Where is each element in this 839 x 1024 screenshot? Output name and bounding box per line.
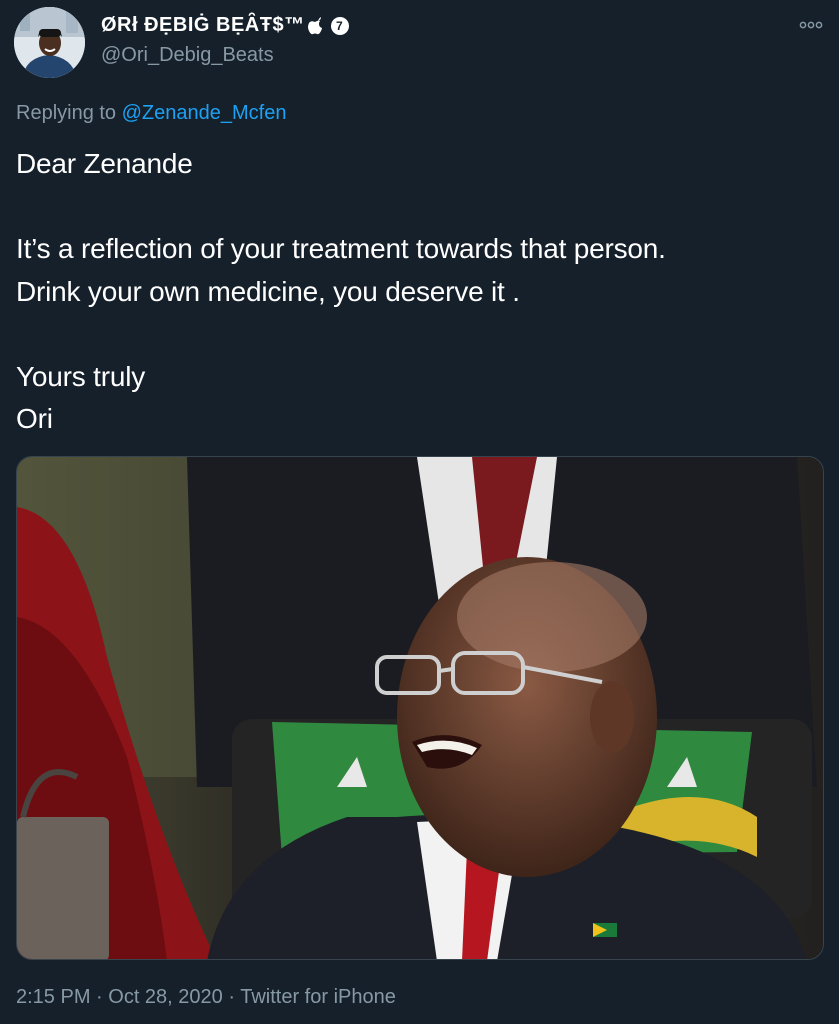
- apple-icon: [307, 16, 322, 34]
- avatar-image: [14, 7, 85, 78]
- tweet-text: Dear Zenande It’s a reflection of your t…: [16, 148, 666, 434]
- meta-separator-2: ·: [222, 986, 241, 1008]
- tweet-photo[interactable]: [16, 456, 824, 960]
- replying-to-prefix: Replying to: [16, 102, 122, 124]
- verified-badge-icon: 7: [330, 16, 349, 35]
- tweet-time[interactable]: 2:15 PM: [16, 986, 90, 1008]
- meta-separator: ·: [90, 986, 109, 1008]
- display-name-text: ØRł ĐẸBIĠ BẸȂŦ$™: [101, 14, 305, 36]
- author-handle[interactable]: @Ori_Debig_Beats: [101, 44, 274, 67]
- avatar[interactable]: [14, 7, 85, 78]
- tweet-metadata: 2:15 PM · Oct 28, 2020 · Twitter for iPh…: [16, 986, 396, 1009]
- tweet-date[interactable]: Oct 28, 2020: [108, 986, 223, 1008]
- photo-image: [17, 457, 823, 959]
- display-name[interactable]: ØRł ĐẸBIĠ BẸȂŦ$™ 7: [101, 14, 349, 37]
- more-options-icon[interactable]: [799, 18, 823, 32]
- replying-to-link[interactable]: @Zenande_Mcfen: [122, 102, 287, 124]
- tweet-source[interactable]: Twitter for iPhone: [240, 986, 396, 1008]
- replying-to: Replying to @Zenande_Mcfen: [16, 102, 286, 125]
- tweet: ØRł ĐẸBIĠ BẸȂŦ$™ 7 @Ori_Debig_Beats Repl…: [0, 0, 839, 1024]
